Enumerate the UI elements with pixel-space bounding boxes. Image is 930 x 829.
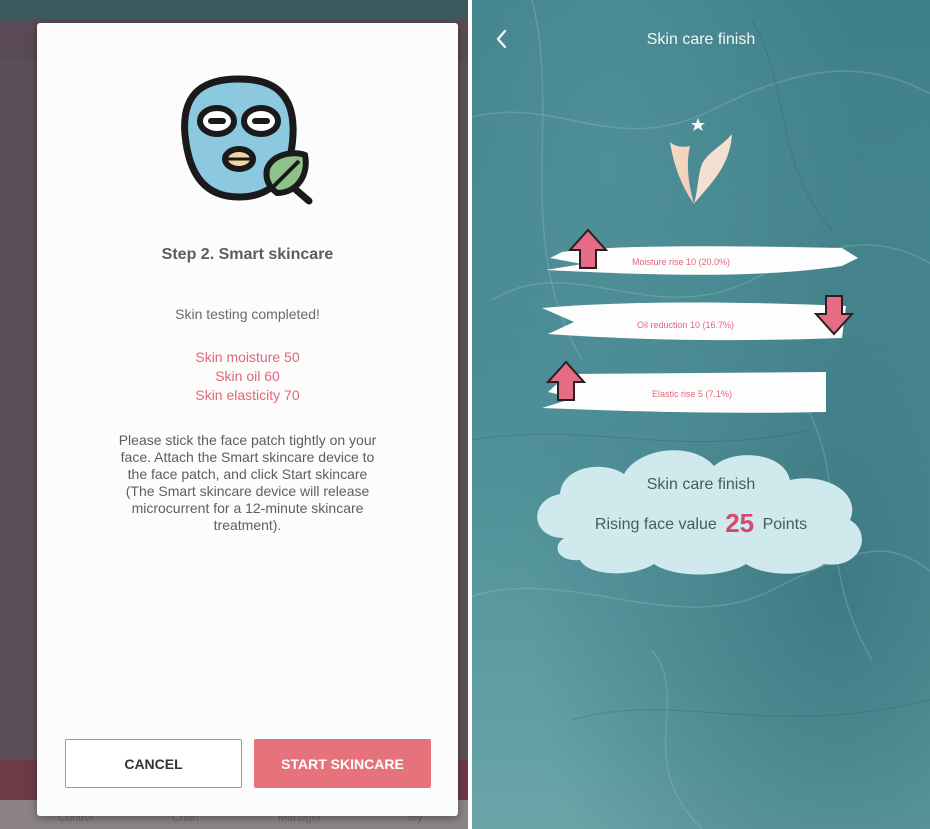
- instruction-line: face. Attach the Smart skincare device t…: [120, 449, 375, 465]
- beauty-face-logo-icon: [670, 118, 732, 204]
- smart-skincare-dialog: Step 2. Smart skincare Skin testing comp…: [37, 23, 458, 816]
- arrow-down-icon: [814, 295, 854, 336]
- points-value: 25: [725, 508, 755, 538]
- metric-oil: Skin oil 60: [215, 368, 280, 384]
- arrow-up-icon: [568, 228, 608, 269]
- oil-result-text: Oil reduction 10 (16.7%): [637, 320, 735, 330]
- status-text: Skin testing completed!: [175, 306, 320, 322]
- status-bar-bg: [0, 0, 468, 20]
- right-screen: Skin care finish Moisture rise 10 (20.0%…: [472, 0, 930, 829]
- instruction-line: treatment).: [213, 517, 282, 533]
- summary-suffix: Points: [762, 516, 808, 533]
- arrow-up-icon: [546, 360, 586, 401]
- summary-title: Skin care finish: [646, 476, 756, 493]
- elastic-result-text: Elastic rise 5 (7.1%): [652, 389, 733, 399]
- summary-line: Rising face value 25 Points: [524, 508, 878, 539]
- start-skincare-button[interactable]: START SKINCARE: [254, 739, 431, 788]
- left-screen: Control Chart Manager My Step 2. Smart s…: [0, 0, 468, 829]
- moisture-result-text: Moisture rise 10 (20.0%): [632, 257, 731, 267]
- cancel-button[interactable]: CANCEL: [65, 739, 242, 788]
- dialog-title: Step 2. Smart skincare: [161, 246, 334, 263]
- instruction-line: Please stick the face patch tightly on y…: [118, 432, 377, 448]
- summary-prefix: Rising face value: [594, 516, 717, 533]
- metric-moisture: Skin moisture 50: [195, 349, 300, 365]
- instruction-line: microcurrent for a 12-minute skincare: [131, 500, 364, 516]
- metric-elasticity: Skin elasticity 70: [195, 387, 300, 403]
- page-title: Skin care finish: [646, 31, 756, 48]
- instruction-text: Please stick the face patch tightly on y…: [67, 432, 428, 534]
- instruction-line: the face patch, and click Start skincare: [127, 466, 368, 482]
- face-mask-leaf-icon: [181, 75, 313, 205]
- instruction-line: (The Smart skincare device will release: [125, 483, 370, 499]
